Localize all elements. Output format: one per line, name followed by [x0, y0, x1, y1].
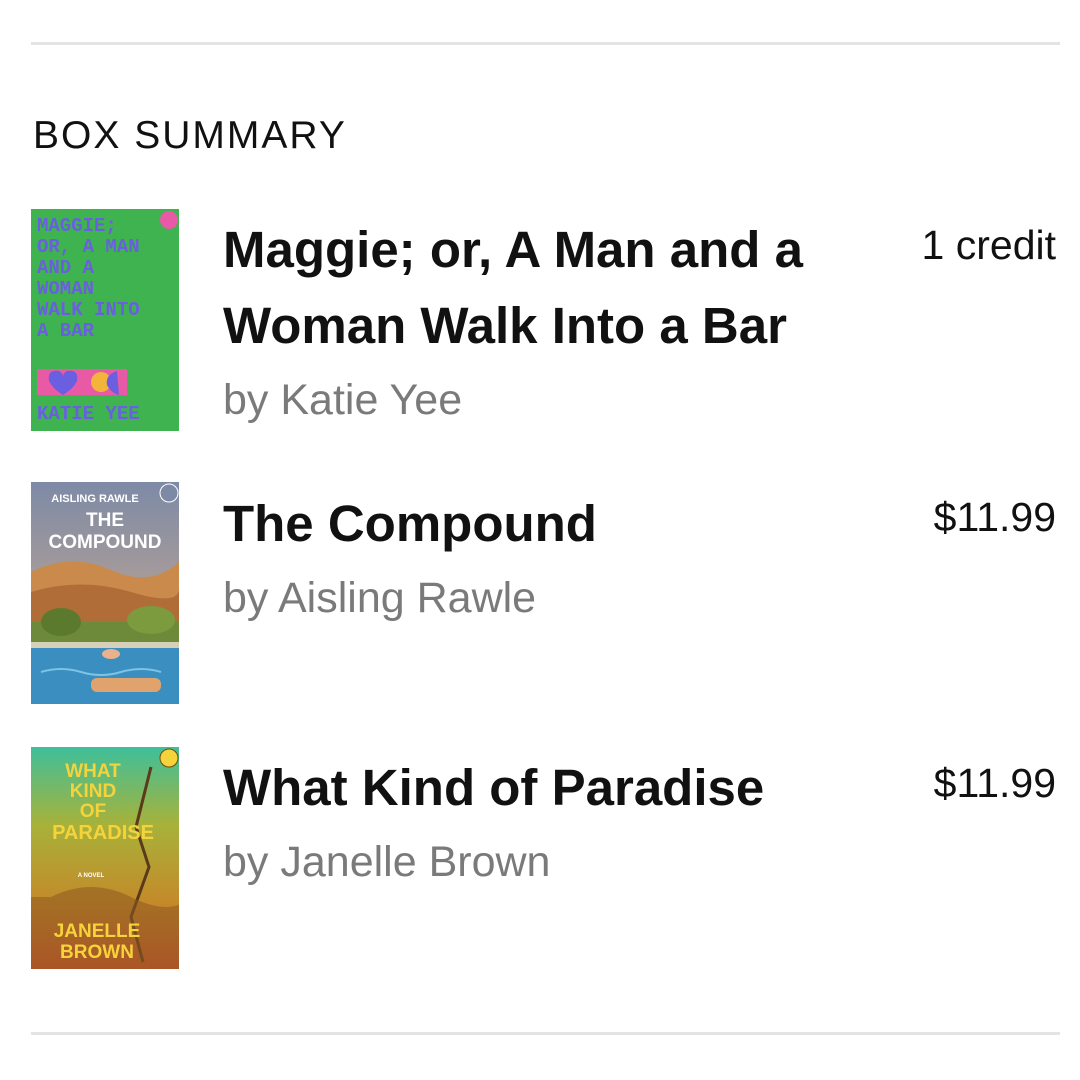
section-title: BOX SUMMARY: [33, 114, 347, 157]
cover-line: THE: [86, 510, 124, 531]
cover-author: AISLING RAWLE: [51, 493, 138, 505]
cover-line: WOMAN: [37, 278, 94, 300]
book-cover-art: AISLING RAWLE THE COMPOUND: [31, 482, 179, 704]
cover-author: JANELLE: [54, 921, 141, 942]
book-title[interactable]: What Kind of Paradise: [223, 750, 863, 826]
cover-author: BROWN: [60, 942, 134, 963]
cover-line: AND A: [37, 257, 95, 279]
top-divider: [31, 42, 1060, 45]
cover-line: WALK INTO: [37, 299, 140, 321]
cover-tag: A NOVEL: [78, 873, 105, 879]
cover-line: KIND: [70, 781, 116, 802]
cover-line: OF: [80, 801, 106, 822]
book-title[interactable]: The Compound: [223, 486, 863, 562]
book-author: by Katie Yee: [223, 376, 463, 424]
book-price: 1 credit: [921, 222, 1056, 268]
book-price: $11.99: [933, 760, 1056, 806]
cover-line: A BAR: [37, 320, 95, 342]
book-author: by Janelle Brown: [223, 838, 551, 886]
cover-line: OR, A MAN: [37, 236, 140, 258]
book-cover[interactable]: AISLING RAWLE THE COMPOUND: [31, 482, 179, 704]
cover-line: WHAT: [65, 761, 121, 782]
book-price: $11.99: [933, 494, 1056, 540]
cover-line: COMPOUND: [49, 532, 162, 553]
cover-author: KATIE YEE: [37, 403, 140, 425]
cover-line: PARADISE: [52, 822, 154, 844]
book-author: by Aisling Rawle: [223, 574, 537, 622]
book-title[interactable]: Maggie; or, A Man and a Woman Walk Into …: [223, 212, 863, 364]
book-cover[interactable]: MAGGIE; OR, A MAN AND A WOMAN WALK INTO …: [31, 209, 179, 431]
bottom-divider: [31, 1032, 1060, 1035]
book-cover-art: WHAT KIND OF PARADISE A NOVEL JANELLE BR…: [31, 747, 179, 969]
book-cover[interactable]: WHAT KIND OF PARADISE A NOVEL JANELLE BR…: [31, 747, 179, 969]
book-cover-art: MAGGIE; OR, A MAN AND A WOMAN WALK INTO …: [31, 209, 179, 431]
cover-line: MAGGIE;: [37, 215, 117, 237]
